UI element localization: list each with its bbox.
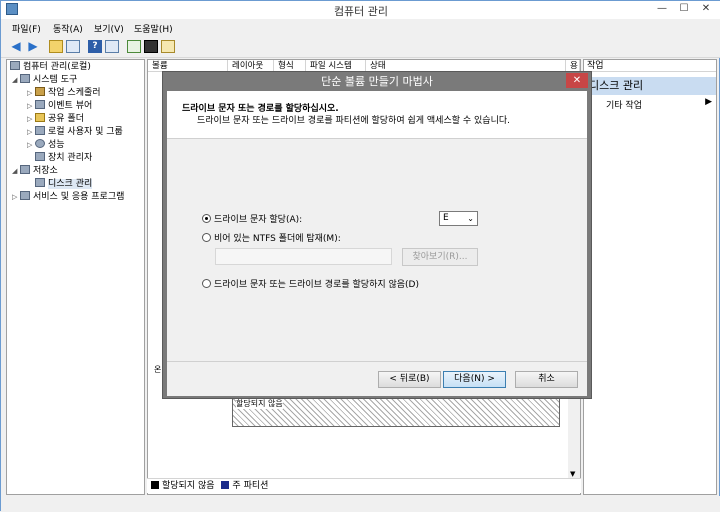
dialog-close-button[interactable]: ✕	[566, 73, 588, 88]
radio-none-label: 드라이브 문자 또는 드라이브 경로를 할당하지 않음(D)	[214, 280, 419, 290]
title-bar: 컴퓨터 관리 — ☐ ✕	[1, 1, 720, 19]
device-manager-icon	[35, 152, 45, 161]
dialog-subheading: 드라이브 문자 또는 드라이브 경로를 파티션에 할당하여 쉽게 액세스할 수 …	[197, 116, 510, 126]
radio-assign-label: 드라이브 문자 할당(A):	[214, 215, 303, 225]
status-bar	[1, 496, 720, 512]
scroll-down-icon[interactable]: ▼	[570, 470, 575, 478]
menu-view[interactable]: 보기(V)	[94, 22, 124, 35]
tree-item-services[interactable]: ▷ 서비스 및 응용 프로그램	[12, 191, 124, 204]
main-window: 컴퓨터 관리 — ☐ ✕ 파일(F) 동작(A) 보기(V) 도움말(H) ◀ …	[0, 0, 720, 512]
unallocated-region[interactable]: 할당되지 않음	[232, 395, 560, 427]
menu-bar: 파일(F) 동작(A) 보기(V) 도움말(H)	[1, 19, 720, 36]
menu-file[interactable]: 파일(F)	[12, 22, 41, 35]
collapse-icon[interactable]: ◢	[12, 165, 20, 178]
forward-arrow-icon[interactable]: ▶	[26, 40, 40, 53]
users-icon	[35, 126, 45, 135]
radio-mount-label: 비어 있는 NTFS 폴더에 탑재(M):	[214, 234, 341, 244]
dialog-title: 단순 볼륨 만들기 마법사	[321, 75, 433, 88]
radio-unchecked-icon[interactable]	[202, 233, 211, 242]
export-icon[interactable]	[144, 40, 158, 53]
back-arrow-icon[interactable]: ◀	[9, 40, 23, 53]
unallocated-label: 할당되지 않음	[236, 398, 283, 409]
tree-item-disk-management[interactable]: 디스크 관리	[35, 178, 93, 191]
event-viewer-icon	[35, 100, 45, 109]
cancel-button[interactable]: 취소	[515, 371, 578, 388]
toolbar: ◀ ▶ ?	[1, 36, 720, 58]
expand-icon[interactable]: ▷	[27, 87, 35, 100]
menu-help[interactable]: 도움말(H)	[134, 22, 173, 35]
dialog-body: 드라이브 문자 또는 경로를 할당하십시오. 드라이브 문자 또는 드라이브 경…	[167, 91, 587, 396]
refresh-icon[interactable]	[127, 40, 141, 53]
legend-unallocated: 할당되지 않음	[162, 481, 215, 491]
storage-icon	[20, 165, 30, 174]
help-icon[interactable]: ?	[88, 40, 102, 53]
actions-section[interactable]: 디스크 관리	[584, 77, 716, 95]
tree-item-root[interactable]: 컴퓨터 관리(로컬)	[10, 61, 91, 74]
actions-header: 작업	[584, 60, 716, 72]
show-tree-icon[interactable]	[66, 40, 80, 53]
minimize-button[interactable]: —	[651, 2, 673, 16]
tree-item-task-scheduler[interactable]: ▷ 작업 스케줄러	[27, 87, 101, 100]
next-button[interactable]: 다음(N) >	[443, 371, 506, 388]
actions-pane: 작업 디스크 관리 기타 작업 ▶	[583, 59, 717, 495]
submenu-arrow-icon: ▶	[705, 97, 712, 107]
services-icon	[20, 191, 30, 200]
up-folder-icon[interactable]	[49, 40, 63, 53]
chevron-down-icon: ⌄	[467, 214, 474, 223]
folder-path-input[interactable]	[215, 248, 392, 265]
radio-no-letter[interactable]: 드라이브 문자 또는 드라이브 경로를 할당하지 않음(D)	[202, 279, 419, 291]
menu-action[interactable]: 동작(A)	[53, 22, 83, 35]
more-actions[interactable]: 기타 작업	[606, 98, 642, 111]
maximize-button[interactable]: ☐	[673, 2, 695, 16]
legend: 할당되지 않음 주 파티션	[147, 478, 581, 493]
tree-item-event-viewer[interactable]: ▷ 이벤트 뷰어	[27, 100, 92, 113]
navigation-tree: 컴퓨터 관리(로컬) ◢ 시스템 도구 ▷ 작업 스케줄러 ▷ 이벤트 뷰어 ▷ 공유 …	[6, 59, 145, 495]
back-button[interactable]: < 뒤로(B)	[378, 371, 441, 388]
tree-item-shared-folders[interactable]: ▷ 공유 폴더	[27, 113, 84, 126]
drive-letter-value: E	[443, 213, 449, 223]
radio-checked-icon[interactable]	[202, 214, 211, 223]
disk-icon	[35, 178, 45, 187]
folder-icon	[35, 113, 45, 122]
tools-icon	[20, 74, 30, 83]
expand-icon[interactable]: ▷	[27, 126, 35, 139]
browse-button[interactable]: 찾아보기(R)...	[402, 248, 478, 266]
radio-mount-folder[interactable]: 비어 있는 NTFS 폴더에 탑재(M):	[202, 233, 341, 245]
performance-icon	[35, 139, 45, 148]
tree-item-device-manager[interactable]: 장치 관리자	[35, 152, 92, 165]
settings-icon[interactable]	[161, 40, 175, 53]
dialog-header: 드라이브 문자 또는 경로를 할당하십시오. 드라이브 문자 또는 드라이브 경…	[167, 91, 587, 139]
tree-item-system-tools[interactable]: ◢ 시스템 도구	[12, 74, 77, 87]
tree-item-local-users[interactable]: ▷ 로컬 사용자 및 그룹	[27, 126, 123, 139]
radio-assign-letter[interactable]: 드라이브 문자 할당(A):	[202, 214, 302, 226]
tree-item-storage[interactable]: ◢ 저장소	[12, 165, 58, 178]
expand-icon[interactable]: ▷	[27, 100, 35, 113]
footer-divider	[167, 361, 587, 362]
computer-icon	[10, 61, 20, 70]
window-title: 컴퓨터 관리	[333, 5, 389, 18]
expand-icon[interactable]: ▷	[27, 113, 35, 126]
close-button[interactable]: ✕	[695, 2, 717, 16]
unallocated-swatch	[151, 481, 159, 489]
legend-primary: 주 파티션	[232, 481, 269, 491]
expand-icon[interactable]: ▷	[12, 191, 20, 204]
tree-item-performance[interactable]: ▷ 성능	[27, 139, 65, 152]
clock-icon	[35, 87, 45, 96]
drive-letter-select[interactable]: E ⌄	[439, 211, 478, 226]
new-simple-volume-wizard: 단순 볼륨 만들기 마법사 ✕ 드라이브 문자 또는 경로를 할당하십시오. 드…	[162, 71, 592, 399]
expand-icon[interactable]: ▷	[27, 139, 35, 152]
radio-unchecked-icon[interactable]	[202, 279, 211, 288]
primary-swatch	[221, 481, 230, 489]
properties-icon[interactable]	[105, 40, 119, 53]
collapse-icon[interactable]: ◢	[12, 74, 20, 87]
